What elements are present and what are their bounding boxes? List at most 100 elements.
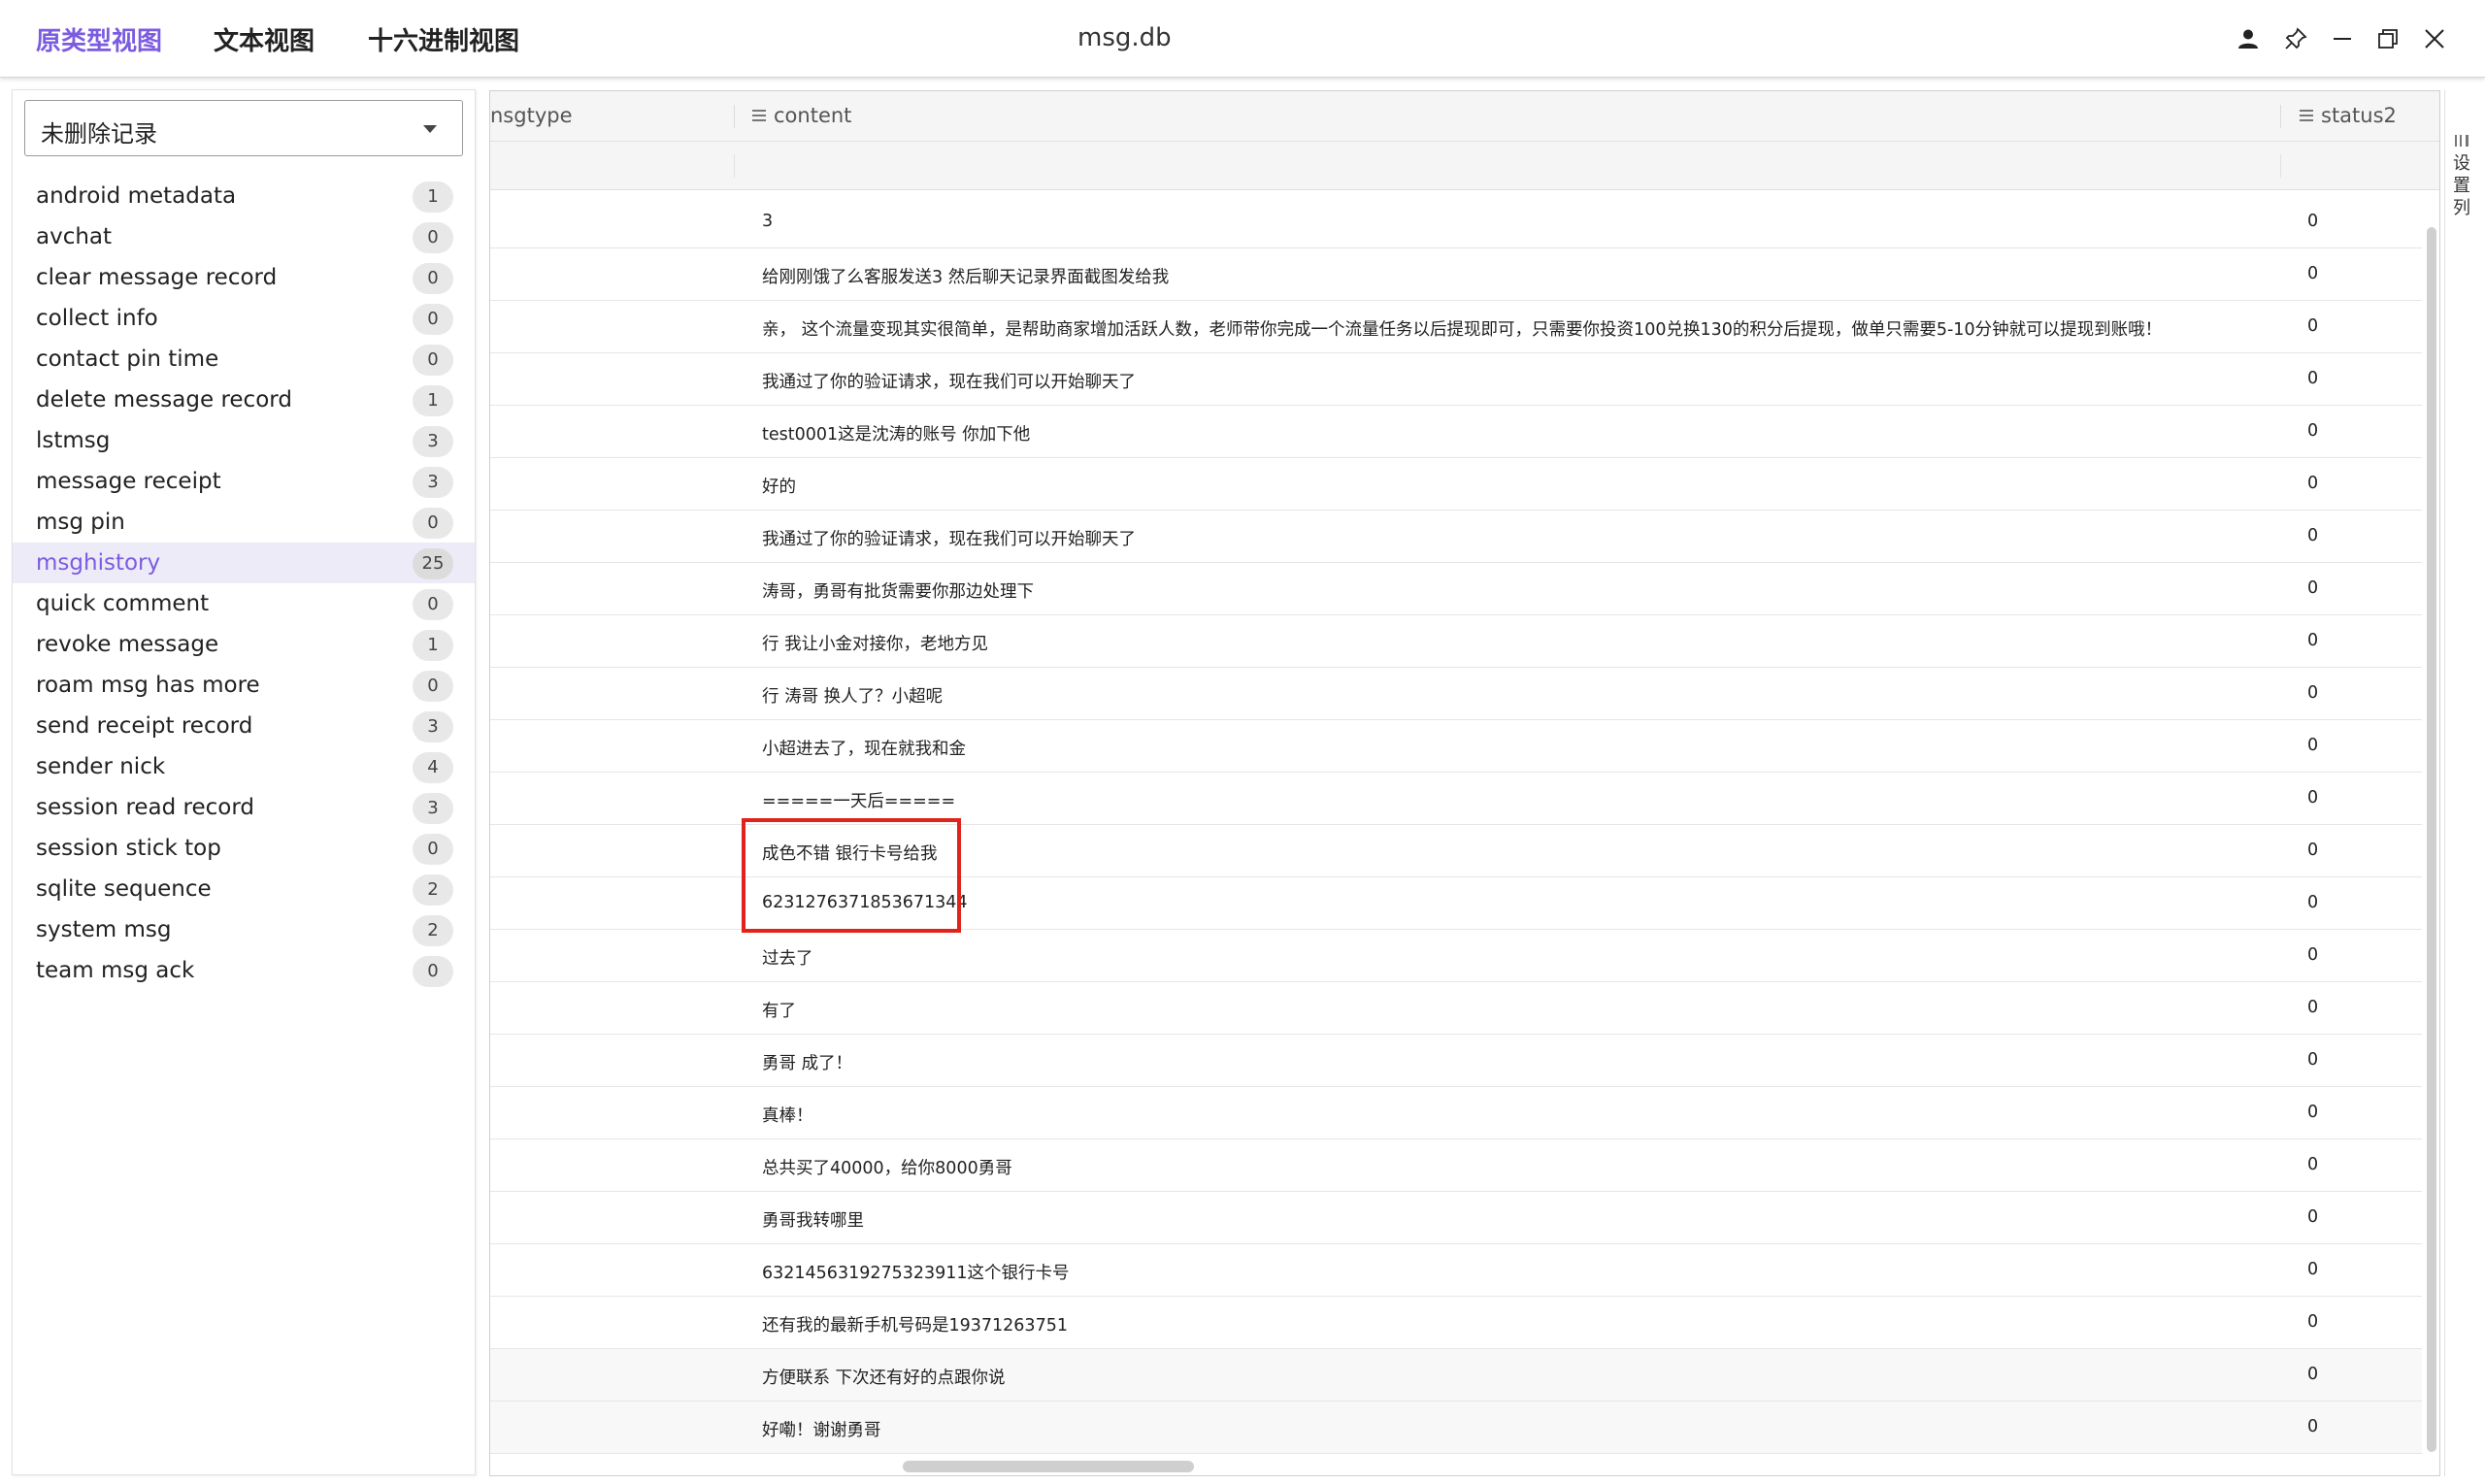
cell-content[interactable]: 我通过了你的验证请求，现在我们可以开始聊天了 — [762, 526, 1136, 550]
table-row[interactable]: 30 — [490, 196, 2422, 248]
sidebar-item-table[interactable]: message receipt 3 — [13, 461, 475, 502]
column-header-content[interactable]: content — [752, 104, 851, 127]
cell-content[interactable]: 勇哥 成了！ — [762, 1050, 852, 1074]
table-row[interactable]: 行 我让小金对接你，老地方见 0 — [490, 615, 2422, 668]
cell-status2[interactable]: 0 — [2307, 1103, 2318, 1122]
tab-text-view[interactable]: 文本视图 — [214, 21, 315, 57]
cell-content[interactable]: 还有我的最新手机号码是19371263751 — [762, 1312, 1068, 1336]
column-settings-label[interactable]: 设置列 — [2452, 152, 2471, 219]
table-row[interactable]: 好的 0 — [490, 458, 2422, 511]
cell-content[interactable]: test0001这是沈涛的账号 你加下他 — [762, 421, 1030, 445]
cell-status2[interactable]: 0 — [2307, 788, 2318, 808]
table-row[interactable]: 还有我的最新手机号码是19371263751 0 — [490, 1297, 2422, 1349]
cell-status2[interactable]: 0 — [2307, 1050, 2318, 1070]
cell-content[interactable]: 有了 — [762, 998, 796, 1022]
sidebar-item-table[interactable]: clear message record 0 — [13, 257, 475, 298]
close-icon[interactable] — [2415, 19, 2454, 58]
table-row[interactable]: 过去了 0 — [490, 930, 2422, 982]
sidebar-item-table[interactable]: avchat 0 — [13, 216, 475, 257]
record-filter-select[interactable]: 未删除记录 — [24, 100, 463, 156]
cell-content[interactable]: 勇哥我转哪里 — [762, 1207, 864, 1232]
vertical-scrollbar[interactable] — [2427, 227, 2436, 1452]
restore-icon[interactable] — [2369, 19, 2407, 58]
cell-status2[interactable]: 0 — [2307, 1155, 2318, 1174]
cell-status2[interactable]: 0 — [2307, 212, 2318, 231]
sidebar-item-table[interactable]: session read record 3 — [13, 787, 475, 828]
table-row[interactable]: 方便联系 下次还有好的点跟你说 0 — [490, 1349, 2422, 1402]
cell-status2[interactable]: 0 — [2307, 736, 2318, 755]
table-row[interactable]: =====一天后===== 0 — [490, 773, 2422, 825]
cell-content[interactable]: 6321456319275323911这个银行卡号 — [762, 1260, 1070, 1284]
cell-content[interactable]: 行 涛哥 换人了？小超呢 — [762, 683, 943, 708]
sidebar-item-table[interactable]: lstmsg 3 — [13, 420, 475, 461]
table-row[interactable]: 勇哥 成了！ 0 — [490, 1035, 2422, 1087]
sidebar-item-table[interactable]: msg pin 0 — [13, 502, 475, 543]
table-row[interactable]: 亲， 这个流量变现其实很简单，是帮助商家增加活跃人数，老师带你完成一个流量任务以… — [490, 301, 2422, 353]
cell-status2[interactable]: 0 — [2307, 945, 2318, 965]
cell-status2[interactable]: 0 — [2307, 474, 2318, 493]
cell-status2[interactable]: 0 — [2307, 421, 2318, 441]
cell-status2[interactable]: 0 — [2307, 369, 2318, 388]
table-row[interactable]: test0001这是沈涛的账号 你加下他 0 — [490, 406, 2422, 458]
table-row[interactable]: 勇哥我转哪里 0 — [490, 1192, 2422, 1244]
table-row[interactable]: 我通过了你的验证请求，现在我们可以开始聊天了 0 — [490, 511, 2422, 563]
cell-status2[interactable]: 0 — [2307, 893, 2318, 912]
cell-content[interactable]: 方便联系 下次还有好的点跟你说 — [762, 1365, 1006, 1389]
table-row[interactable]: 行 涛哥 换人了？小超呢 0 — [490, 668, 2422, 720]
cell-status2[interactable]: 0 — [2307, 631, 2318, 650]
sidebar-item-table[interactable]: send receipt record 3 — [13, 706, 475, 746]
sidebar-item-table[interactable]: android metadata 1 — [13, 176, 475, 216]
cell-content[interactable]: 好的 — [762, 474, 796, 498]
table-row[interactable]: 成色不错 银行卡号给我 0 — [490, 825, 2422, 877]
table-row[interactable]: 涛哥，勇哥有批货需要你那边处理下 0 — [490, 563, 2422, 615]
table-row[interactable]: 6321456319275323911这个银行卡号 0 — [490, 1244, 2422, 1297]
sidebar-item-table[interactable]: collect info 0 — [13, 298, 475, 339]
table-row[interactable]: 真棒！ 0 — [490, 1087, 2422, 1139]
column-settings-strip[interactable]: 设置列 — [2444, 90, 2479, 1476]
sidebar-item-table[interactable]: session stick top 0 — [13, 828, 475, 869]
user-icon[interactable] — [2229, 19, 2268, 58]
sidebar-item-table[interactable]: quick comment 0 — [13, 583, 475, 624]
cell-content[interactable]: 小超进去了，现在就我和金 — [762, 736, 966, 760]
sidebar-item-table[interactable]: sender nick 4 — [13, 746, 475, 787]
column-header-status2[interactable]: status2 — [2300, 104, 2397, 127]
column-divider[interactable] — [2280, 105, 2281, 128]
column-divider[interactable] — [734, 105, 735, 128]
cell-content[interactable]: 成色不错 银行卡号给我 — [762, 841, 938, 865]
table-row[interactable]: 我通过了你的验证请求，现在我们可以开始聊天了 0 — [490, 353, 2422, 406]
cell-content[interactable]: 给刚刚饿了么客服发送3 然后聊天记录界面截图发给我 — [762, 264, 1169, 288]
tab-hex-view[interactable]: 十六进制视图 — [368, 21, 519, 57]
cell-status2[interactable]: 0 — [2307, 1312, 2318, 1332]
cell-status2[interactable]: 0 — [2307, 526, 2318, 545]
sidebar-item-table[interactable]: revoke message 1 — [13, 624, 475, 665]
table-row[interactable]: 6231276371853671344 0 — [490, 877, 2422, 930]
cell-content[interactable]: 行 我让小金对接你，老地方见 — [762, 631, 988, 655]
cell-status2[interactable]: 0 — [2307, 1260, 2318, 1279]
cell-content[interactable]: 6231276371853671344 — [762, 893, 968, 912]
column-header-msgtype[interactable]: nsgtype — [490, 104, 573, 127]
sidebar-item-table[interactable]: roam msg has more 0 — [13, 665, 475, 706]
table-row[interactable]: 总共买了40000，给你8000勇哥 0 — [490, 1139, 2422, 1192]
cell-content[interactable]: 真棒！ — [762, 1103, 813, 1127]
tab-raw-type-view[interactable]: 原类型视图 — [36, 21, 162, 57]
cell-status2[interactable]: 0 — [2307, 1207, 2318, 1227]
sidebar-item-table[interactable]: system msg 2 — [13, 909, 475, 950]
cell-status2[interactable]: 0 — [2307, 316, 2318, 336]
cell-content[interactable]: =====一天后===== — [762, 788, 955, 812]
cell-status2[interactable]: 0 — [2307, 841, 2318, 860]
sidebar-item-table[interactable]: contact pin time 0 — [13, 339, 475, 379]
cell-content[interactable]: 涛哥，勇哥有批货需要你那边处理下 — [762, 578, 1034, 603]
minimize-icon[interactable] — [2323, 19, 2362, 58]
table-row[interactable]: 好嘞！谢谢勇哥 0 — [490, 1402, 2422, 1454]
table-row[interactable]: 给刚刚饿了么客服发送3 然后聊天记录界面截图发给我 0 — [490, 248, 2422, 301]
cell-status2[interactable]: 0 — [2307, 1365, 2318, 1384]
cell-status2[interactable]: 0 — [2307, 998, 2318, 1017]
cell-status2[interactable]: 0 — [2307, 683, 2318, 703]
cell-content[interactable]: 总共买了40000，给你8000勇哥 — [762, 1155, 1012, 1179]
cell-content[interactable]: 好嘞！谢谢勇哥 — [762, 1417, 881, 1441]
cell-status2[interactable]: 0 — [2307, 1417, 2318, 1436]
sidebar-item-table[interactable]: msghistory 25 — [13, 543, 475, 583]
sidebar-item-table[interactable]: sqlite sequence 2 — [13, 869, 475, 909]
horizontal-scrollbar[interactable] — [903, 1461, 1194, 1472]
pin-icon[interactable] — [2276, 19, 2315, 58]
